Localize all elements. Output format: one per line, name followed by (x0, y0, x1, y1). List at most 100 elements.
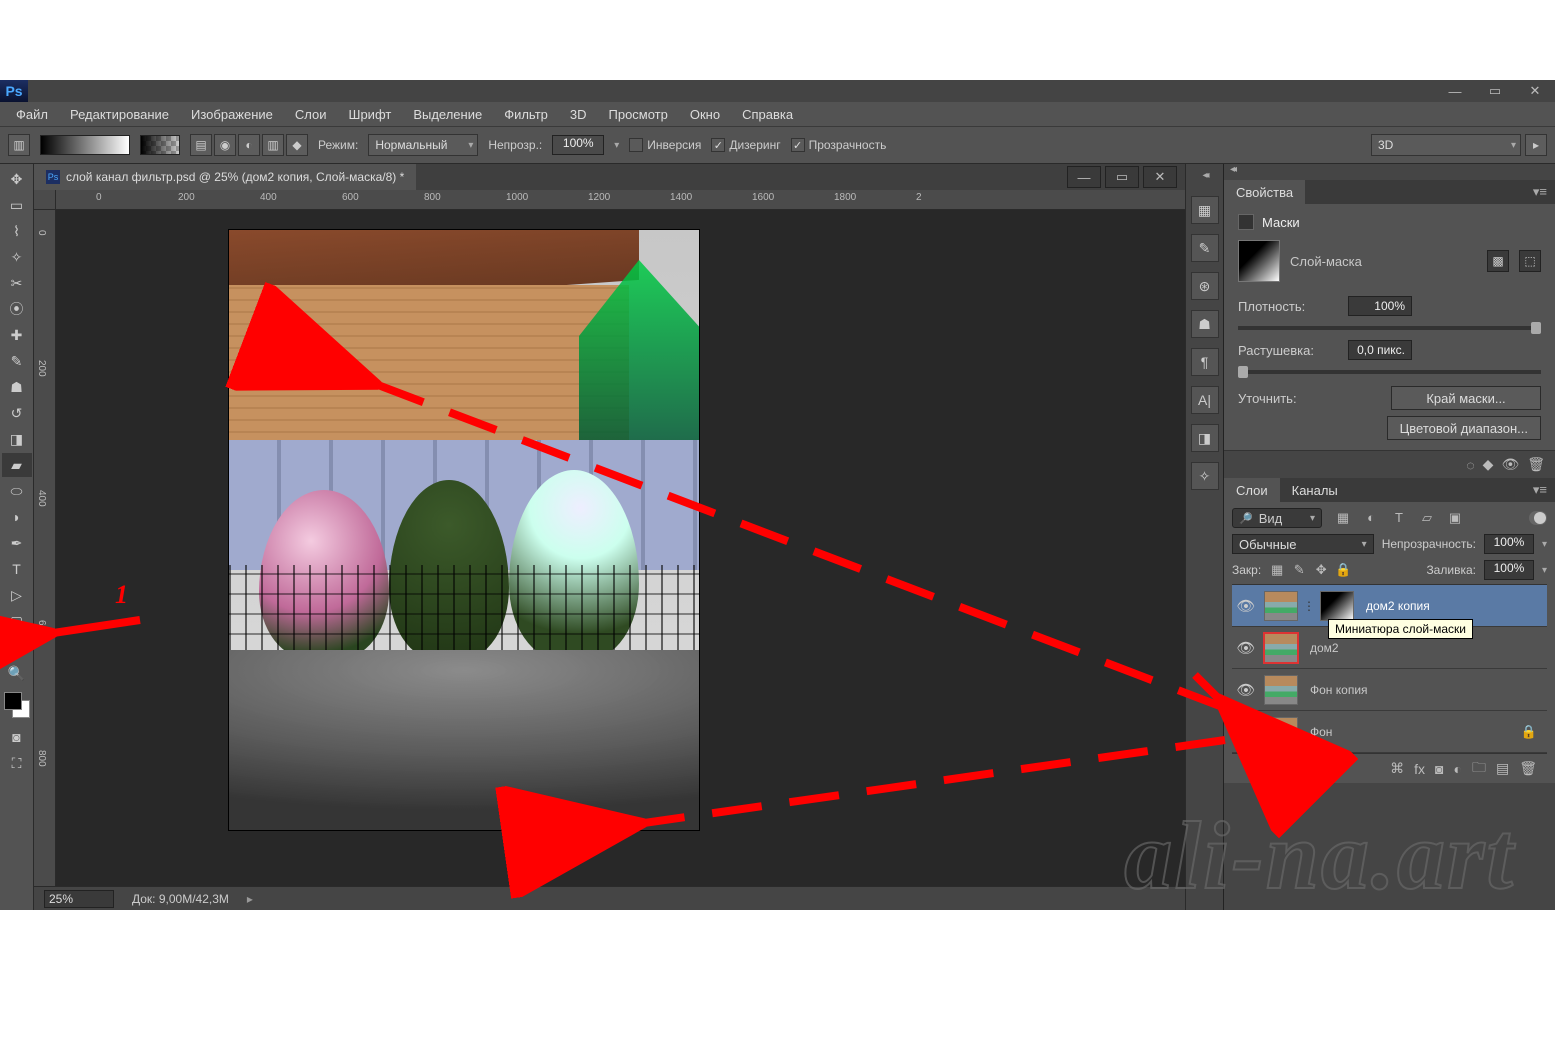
mask-thumbnail[interactable] (1238, 240, 1280, 282)
doc-maximize-icon[interactable]: ▭ (1105, 166, 1139, 188)
menu-слои[interactable]: Слои (285, 104, 337, 125)
menu-просмотр[interactable]: Просмотр (599, 104, 678, 125)
layer-row[interactable]: 👁Фон🔒 (1232, 711, 1547, 753)
hand-tool-icon[interactable]: ✋ (2, 635, 32, 659)
clone-docklet-icon[interactable]: ☗ (1191, 310, 1219, 338)
styles-docklet-icon[interactable]: ◨ (1191, 424, 1219, 452)
delete-layer-icon[interactable]: 🗑 (1519, 760, 1537, 777)
layer-name[interactable]: дом2 (1302, 641, 1339, 655)
filter-smart-icon[interactable]: ▣ (1446, 510, 1464, 526)
brush-tool-icon[interactable]: ✎ (2, 349, 32, 373)
screenmode-icon[interactable]: ⛶ (2, 751, 32, 775)
menu-фильтр[interactable]: Фильтр (494, 104, 558, 125)
lasso-tool-icon[interactable]: ⌇ (2, 219, 32, 243)
path-tool-icon[interactable]: ▷ (2, 583, 32, 607)
lock-all-icon[interactable]: 🔒 (1335, 562, 1351, 578)
menu-справка[interactable]: Справка (732, 104, 803, 125)
load-selection-icon[interactable]: ◌ (1466, 457, 1474, 473)
density-slider[interactable] (1238, 326, 1541, 330)
crop-tool-icon[interactable]: ✂ (2, 271, 32, 295)
tool-preset-icon[interactable]: ▥ (8, 134, 30, 156)
zoom-tool-icon[interactable]: 🔍 (2, 661, 32, 685)
paragraph-docklet-icon[interactable]: ¶ (1191, 348, 1219, 376)
brush-docklet-icon[interactable]: ✎ (1191, 234, 1219, 262)
pen-tool-icon[interactable]: ✒ (2, 531, 32, 555)
adjust-docklet-icon[interactable]: ✧ (1191, 462, 1219, 490)
density-value[interactable]: 100% (1348, 296, 1412, 316)
eyedropper-tool-icon[interactable]: ⦿ (2, 297, 32, 321)
menu-окно[interactable]: Окно (680, 104, 730, 125)
brushpresets-docklet-icon[interactable]: ⊛ (1191, 272, 1219, 300)
dither-checkbox[interactable]: ✓Дизеринг (711, 138, 780, 152)
toggle-mask-icon[interactable]: 👁 (1501, 456, 1519, 473)
color-swatches[interactable] (4, 692, 30, 718)
apply-mask-icon[interactable]: ◆ (1483, 456, 1494, 473)
ruler-horizontal[interactable]: 0200400600800100012001400160018002 (56, 190, 1185, 210)
menu-выделение[interactable]: Выделение (403, 104, 492, 125)
panel-menu-icon[interactable]: ▾≡ (1525, 184, 1555, 200)
feather-slider[interactable] (1238, 370, 1541, 374)
minimize-button[interactable]: ― (1435, 80, 1475, 102)
new-layer-icon[interactable]: ▤ (1496, 760, 1509, 777)
filter-shape-icon[interactable]: ▱ (1418, 510, 1436, 526)
eraser-tool-icon[interactable]: ◨ (2, 427, 32, 451)
maximize-button[interactable]: ▭ (1475, 80, 1515, 102)
histogram-docklet-icon[interactable]: ▦ (1191, 196, 1219, 224)
new-group-icon[interactable]: 🗀 (1472, 757, 1486, 781)
linear-gradient-icon[interactable]: ▤ (190, 134, 212, 156)
layer-name[interactable]: дом2 копия (1358, 599, 1430, 613)
layer-name[interactable]: Фон (1302, 725, 1332, 739)
type-tool-icon[interactable]: T (2, 557, 32, 581)
dodge-tool-icon[interactable]: ◗ (2, 505, 32, 529)
add-mask-icon[interactable]: ◙ (1435, 761, 1443, 777)
reverse-checkbox[interactable]: Инверсия (629, 138, 701, 152)
layer-fx-icon[interactable]: fx (1414, 761, 1425, 777)
lock-pixels-icon[interactable]: ✎ (1291, 562, 1307, 578)
collapse-panels-icon[interactable]: ◂◂ (1224, 164, 1555, 180)
radial-gradient-icon[interactable]: ◉ (214, 134, 236, 156)
properties-tab[interactable]: Свойства (1224, 180, 1305, 204)
filter-toggle[interactable] (1529, 511, 1547, 525)
layer-row[interactable]: 👁 Фон копия (1232, 669, 1547, 711)
opacity-input[interactable]: 100% (552, 135, 604, 155)
layer-blend-select[interactable]: Обычные (1232, 534, 1374, 554)
lock-trans-icon[interactable]: ▦ (1269, 562, 1285, 578)
expand-dock-icon[interactable]: ◂◂ (1186, 170, 1223, 186)
workspace-menu-icon[interactable]: ▸ (1525, 134, 1547, 156)
history-brush-icon[interactable]: ↺ (2, 401, 32, 425)
color-range-button[interactable]: Цветовой диапазон... (1387, 416, 1541, 440)
menu-шрифт[interactable]: Шрифт (339, 104, 402, 125)
menu-редактирование[interactable]: Редактирование (60, 104, 179, 125)
gradient-preview[interactable] (40, 135, 130, 155)
ruler-origin[interactable] (34, 190, 56, 210)
menu-3d[interactable]: 3D (560, 104, 597, 125)
doc-close-icon[interactable]: ✕ (1143, 166, 1177, 188)
document-tab[interactable]: Ps слой канал фильтр.psd @ 25% (дом2 коп… (34, 164, 416, 190)
channels-tab[interactable]: Каналы (1280, 478, 1350, 502)
doc-minimize-icon[interactable]: ― (1067, 166, 1101, 188)
canvas[interactable] (229, 230, 699, 830)
layer-thumbnail[interactable] (1264, 717, 1298, 747)
visibility-icon[interactable]: 👁 (1232, 681, 1260, 699)
blend-mode-select[interactable]: Нормальный (368, 134, 478, 156)
reflected-gradient-icon[interactable]: ▥ (262, 134, 284, 156)
ruler-vertical[interactable]: 0200400600800 (34, 210, 56, 886)
fg-swatch[interactable] (4, 692, 22, 710)
character-docklet-icon[interactable]: A| (1191, 386, 1219, 414)
canvas-area[interactable]: 0200400600800100012001400160018002 02004… (34, 190, 1185, 886)
gradient-tool-icon[interactable]: ▰ (2, 453, 32, 477)
layers-panel-menu-icon[interactable]: ▾≡ (1525, 482, 1555, 498)
link-icon[interactable]: ⋮ (1302, 599, 1316, 613)
filter-pixel-icon[interactable]: ▦ (1334, 510, 1352, 526)
layer-opacity-input[interactable]: 100% (1484, 534, 1534, 554)
zoom-input[interactable]: 25% (44, 890, 114, 908)
visibility-icon[interactable]: 👁 (1232, 723, 1260, 741)
vector-mask-icon[interactable]: ⬚ (1519, 250, 1541, 272)
angle-gradient-icon[interactable]: ◐ (238, 134, 260, 156)
mask-thumbnail[interactable] (1320, 591, 1354, 621)
gradient-editor-icon[interactable] (140, 135, 180, 155)
layer-thumbnail[interactable] (1264, 675, 1298, 705)
layer-row[interactable]: 👁⋮дом2 копияМиниатюра слой-маски (1232, 585, 1547, 627)
link-layers-icon[interactable]: ⌘ (1390, 760, 1404, 777)
layer-name[interactable]: Фон копия (1302, 683, 1368, 697)
